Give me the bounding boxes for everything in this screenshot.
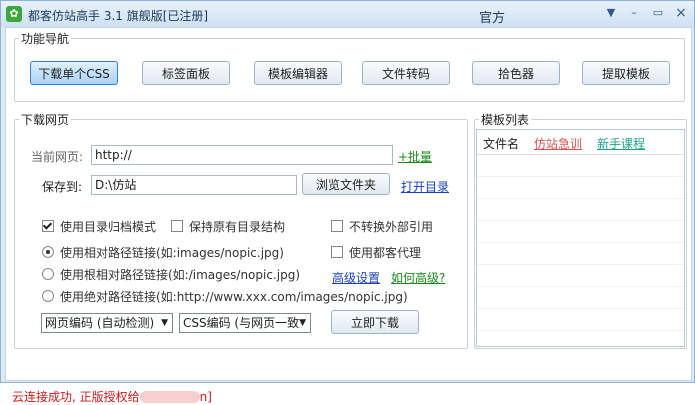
path-mode-absolute-radio[interactable]: 使用绝对路径链接(如:http://www.xxx.com/images/nop… <box>42 288 408 305</box>
path-mode-root-radio[interactable]: 使用根相对路径链接(如:/images/nopic.jpg) <box>42 266 300 283</box>
restore-icon[interactable]: ▭ <box>649 5 667 21</box>
advanced-settings-link[interactable]: 高级设置 <box>332 269 380 286</box>
redacted-name <box>139 391 200 403</box>
tag-panel-button[interactable]: 标签面板 <box>142 61 230 85</box>
status-bar: 云连接成功, 正版授权给 n] <box>12 388 212 405</box>
archive-mode-checkbox[interactable]: 使用目录归档模式 <box>42 218 156 235</box>
open-directory-link[interactable]: 打开目录 <box>401 178 449 195</box>
template-list[interactable]: 文件名 仿站急训 新手课程 <box>476 129 685 347</box>
archive-mode-label: 使用目录归档模式 <box>60 220 157 234</box>
path-mode-relative-label: 使用相对路径链接(如:images/nopic.jpg) <box>60 246 284 260</box>
divider <box>477 154 684 155</box>
radio-unselected-icon <box>42 268 54 280</box>
template-list-header: 文件名 仿站急训 新手课程 <box>477 130 684 152</box>
radio-unselected-icon <box>42 290 54 302</box>
status-text: 云连接成功, 正版授权给 <box>12 390 140 404</box>
nav-group-title: 功能导航 <box>19 30 72 47</box>
no-convert-external-label: 不转换外部引用 <box>349 220 434 234</box>
download-group-title: 下载网页 <box>19 111 72 128</box>
use-proxy-checkbox[interactable]: 使用都客代理 <box>331 244 421 261</box>
template-editor-button[interactable]: 模板编辑器 <box>254 61 342 85</box>
file-transcode-button[interactable]: 文件转码 <box>362 61 450 85</box>
current-page-input[interactable]: http:// <box>91 145 393 165</box>
keep-structure-label: 保持原有目录结构 <box>189 220 286 234</box>
list-row-line <box>477 176 684 177</box>
menu-dropdown-icon[interactable]: ▼ <box>602 5 620 21</box>
radio-selected-icon <box>42 246 54 258</box>
official-link[interactable]: 官方 <box>479 7 505 26</box>
list-row-line <box>477 264 684 265</box>
minimize-icon[interactable]: – <box>625 5 643 21</box>
list-row-line <box>477 330 684 331</box>
page-encoding-select[interactable]: 网页编码 (自动检测) ▼ <box>41 313 173 333</box>
no-convert-external-checkbox[interactable]: 不转换外部引用 <box>331 218 433 235</box>
download-css-button[interactable]: 下载单个CSS <box>30 61 118 85</box>
app-logo-icon: ✿ <box>6 6 22 22</box>
list-row-line <box>477 242 684 243</box>
keep-structure-checkbox[interactable]: 保持原有目录结构 <box>171 218 285 235</box>
dropdown-arrow-icon: ▼ <box>299 318 306 328</box>
checkbox-checked-icon <box>42 220 54 232</box>
browse-folder-button[interactable]: 浏览文件夹 <box>302 173 390 195</box>
save-path-input[interactable]: D:\仿站 <box>91 175 297 195</box>
window-title: 都客仿站高手 3.1 旗舰版[已注册] <box>28 9 209 23</box>
checkbox-unchecked-icon <box>331 246 343 258</box>
batch-link[interactable]: +批量 <box>398 148 432 165</box>
save-to-label: 保存到: <box>42 180 83 194</box>
path-mode-root-label: 使用根相对路径链接(如:/images/nopic.jpg) <box>60 268 301 282</box>
css-encoding-select[interactable]: CSS编码 (与网页一致 ▼ <box>179 313 311 333</box>
main-panel: 功能导航 下载单个CSS 标签面板 模板编辑器 文件转码 拾色器 提取模板 下载… <box>5 27 692 404</box>
status-suffix: n] <box>199 390 212 404</box>
beginner-course-link[interactable]: 新手课程 <box>597 135 645 152</box>
color-picker-button[interactable]: 拾色器 <box>472 61 560 85</box>
title-bar: ✿ 都客仿站高手 3.1 旗舰版[已注册] 官方 ▼ – ▭ × <box>1 1 694 27</box>
path-mode-relative-radio[interactable]: 使用相对路径链接(如:images/nopic.jpg) <box>42 244 284 261</box>
close-icon[interactable]: × <box>672 5 690 21</box>
filename-column-header: 文件名 <box>483 137 520 151</box>
dropdown-arrow-icon: ▼ <box>161 318 168 328</box>
training-link[interactable]: 仿站急训 <box>534 135 582 152</box>
extract-template-button[interactable]: 提取模板 <box>582 61 670 85</box>
checkbox-unchecked-icon <box>171 220 183 232</box>
app-window: ✿ 都客仿站高手 3.1 旗舰版[已注册] 官方 ▼ – ▭ × 功能导航 下载… <box>0 0 695 404</box>
download-now-button[interactable]: 立即下载 <box>331 310 419 334</box>
path-mode-absolute-label: 使用绝对路径链接(如:http://www.xxx.com/images/nop… <box>60 290 408 304</box>
list-row-line <box>477 308 684 309</box>
page-encoding-value: 网页编码 (自动检测) <box>45 316 155 330</box>
list-row-line <box>477 198 684 199</box>
current-page-label: 当前网页: <box>31 150 84 164</box>
checkbox-unchecked-icon <box>331 220 343 232</box>
list-row-line <box>477 220 684 221</box>
list-row-line <box>477 286 684 287</box>
css-encoding-value: CSS编码 (与网页一致 <box>183 316 300 330</box>
how-advanced-link[interactable]: 如何高级? <box>391 269 445 286</box>
use-proxy-label: 使用都客代理 <box>349 246 422 260</box>
template-group-title: 模板列表 <box>479 111 532 128</box>
